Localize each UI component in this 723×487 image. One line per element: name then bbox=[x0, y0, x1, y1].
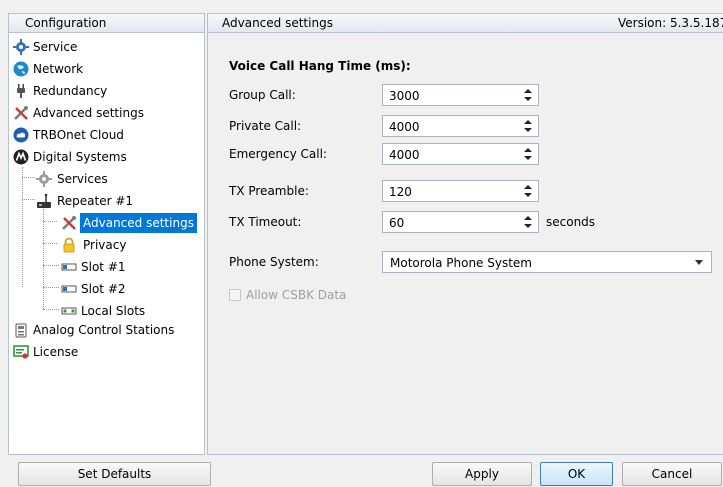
phone-system-dropdown[interactable]: Motorola Phone System bbox=[382, 251, 712, 273]
gear-icon bbox=[13, 39, 29, 55]
tree-item-label: Network bbox=[33, 62, 84, 76]
tree-item-label: License bbox=[33, 345, 79, 359]
ok-button[interactable]: OK bbox=[540, 462, 613, 486]
tree-item-label: Services bbox=[57, 172, 108, 186]
cancel-button[interactable]: Cancel bbox=[622, 462, 722, 486]
tx-timeout-unit: seconds bbox=[546, 215, 596, 229]
tree-item-label: Slot #2 bbox=[81, 282, 126, 296]
private-call-spinner[interactable]: 4000 bbox=[382, 115, 539, 137]
spinner-value: 3000 bbox=[389, 89, 420, 103]
tree-item-label: Analog Control Stations bbox=[33, 323, 175, 337]
dropdown-value: Motorola Phone System bbox=[390, 256, 532, 270]
station-icon bbox=[13, 322, 29, 338]
settings-panel: Voice Call Hang Time (ms): Group Call: 3… bbox=[207, 33, 723, 455]
tree-item-label: Redundancy bbox=[33, 84, 108, 98]
apply-button[interactable]: Apply bbox=[432, 462, 532, 486]
allow-csbk-label: Allow CSBK Data bbox=[246, 288, 347, 302]
tree-item-label: TRBOnet Cloud bbox=[33, 128, 124, 142]
globe-icon bbox=[13, 61, 29, 77]
license-icon bbox=[13, 344, 29, 360]
motorola-icon bbox=[13, 149, 29, 165]
configuration-title: Configuration bbox=[25, 16, 107, 30]
tx-timeout-label: TX Timeout: bbox=[229, 215, 302, 229]
chevron-down-icon[interactable] bbox=[695, 260, 703, 265]
tree-item-label: Advanced settings bbox=[33, 106, 144, 120]
private-call-label: Private Call: bbox=[229, 119, 302, 133]
tree-line bbox=[22, 199, 35, 200]
tx-preamble-label: TX Preamble: bbox=[229, 184, 309, 198]
settings-title: Advanced settings bbox=[222, 16, 333, 30]
group-call-label: Group Call: bbox=[229, 88, 296, 102]
gear-icon bbox=[36, 171, 52, 187]
tree-item-label: Local Slots bbox=[81, 304, 146, 318]
tx-preamble-spinner[interactable]: 120 bbox=[382, 180, 539, 202]
tree-line bbox=[43, 209, 44, 309]
spinner-value: 4000 bbox=[389, 148, 420, 162]
tree-line bbox=[22, 167, 23, 287]
settings-header: Advanced settings Version: 5.3.5.1872 bbox=[207, 13, 723, 33]
spin-arrows-icon[interactable] bbox=[524, 147, 532, 161]
cloud-icon bbox=[13, 127, 29, 143]
emergency-call-spinner[interactable]: 4000 bbox=[382, 143, 539, 165]
tree-item-label: Slot #1 bbox=[81, 260, 126, 274]
tree-item-label: Repeater #1 bbox=[57, 194, 134, 208]
plug-icon bbox=[13, 83, 29, 99]
tx-timeout-spinner[interactable]: 60 bbox=[382, 211, 539, 233]
tree-item-label: Advanced settings bbox=[80, 213, 197, 233]
phone-system-label: Phone System: bbox=[229, 255, 319, 269]
tree-item-label: Service bbox=[33, 40, 78, 54]
tree-line bbox=[43, 309, 59, 310]
tree-line bbox=[43, 265, 59, 266]
spin-arrows-icon[interactable] bbox=[524, 184, 532, 198]
tools-icon bbox=[61, 215, 77, 231]
section-title: Voice Call Hang Time (ms): bbox=[229, 59, 411, 73]
tree-item-label: Digital Systems bbox=[33, 150, 127, 164]
spinner-value: 4000 bbox=[389, 120, 420, 134]
group-call-spinner[interactable]: 3000 bbox=[382, 84, 539, 106]
spin-arrows-icon[interactable] bbox=[524, 119, 532, 133]
spinner-value: 60 bbox=[389, 216, 405, 230]
tree-line bbox=[43, 287, 59, 288]
emergency-call-label: Emergency Call: bbox=[229, 147, 327, 161]
version-label: Version: 5.3.5.1872 bbox=[618, 16, 723, 30]
spin-arrows-icon[interactable] bbox=[524, 88, 532, 102]
tree-line bbox=[43, 243, 57, 244]
tools-icon bbox=[13, 105, 29, 121]
configuration-header: Configuration bbox=[8, 13, 205, 33]
tree-line bbox=[22, 177, 35, 178]
set-defaults-button[interactable]: Set Defaults bbox=[18, 462, 211, 486]
tree-line bbox=[43, 221, 57, 222]
repeater-icon bbox=[36, 193, 52, 209]
slot-icon bbox=[61, 281, 77, 297]
lock-icon bbox=[61, 237, 77, 253]
checkbox-box[interactable] bbox=[229, 289, 241, 301]
spinner-value: 120 bbox=[389, 185, 412, 199]
slot-icon bbox=[61, 303, 77, 319]
spin-arrows-icon[interactable] bbox=[524, 215, 532, 229]
slot-icon bbox=[61, 259, 77, 275]
tree-item-label: Privacy bbox=[83, 238, 127, 252]
configuration-tree[interactable]: Service Network Redundancy Advanced sett… bbox=[8, 33, 205, 455]
